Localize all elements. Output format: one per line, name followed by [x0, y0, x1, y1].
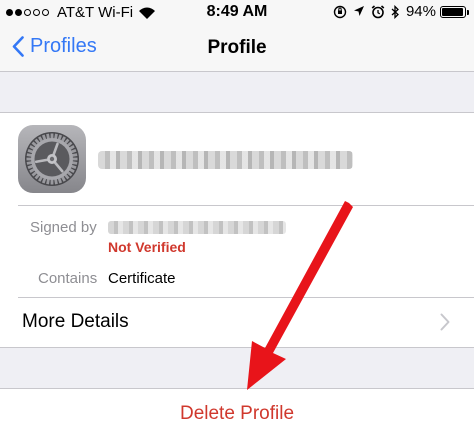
bluetooth-icon	[391, 4, 399, 19]
profile-name-redacted	[98, 151, 353, 169]
orientation-lock-icon	[333, 5, 347, 18]
more-details-label: More Details	[22, 311, 129, 332]
delete-profile-button[interactable]: Delete Profile	[0, 388, 474, 434]
chevron-right-icon	[440, 313, 450, 331]
status-right: 94%	[327, 3, 469, 20]
delete-profile-label: Delete Profile	[179, 403, 295, 424]
status-bar: AT&T Wi-Fi 8:49 AM 94%	[0, 0, 474, 26]
signer-redacted	[108, 221, 286, 234]
location-arrow-icon	[353, 6, 364, 16]
battery-fill	[442, 7, 463, 16]
contains-label: Contains	[38, 270, 98, 287]
profile-card: Signed by Not Verified Contains Certific…	[0, 112, 474, 348]
battery-percentage: 94%	[405, 3, 436, 20]
navigation-bar: Profiles Profile	[0, 26, 474, 72]
settings-gear-icon	[18, 125, 86, 193]
page-title: Profile	[207, 37, 267, 58]
more-details-row[interactable]: More Details	[0, 298, 474, 348]
contains-value: Certificate	[108, 270, 176, 287]
profile-header	[0, 113, 474, 205]
divider	[18, 205, 474, 206]
screen: AT&T Wi-Fi 8:49 AM 94% Profiles Profile …	[0, 0, 474, 434]
battery-tip	[467, 9, 469, 15]
verification-status: Not Verified	[108, 239, 186, 255]
signed-by-label: Signed by	[30, 219, 97, 236]
alarm-clock-icon	[371, 4, 385, 18]
battery-icon	[440, 5, 469, 18]
